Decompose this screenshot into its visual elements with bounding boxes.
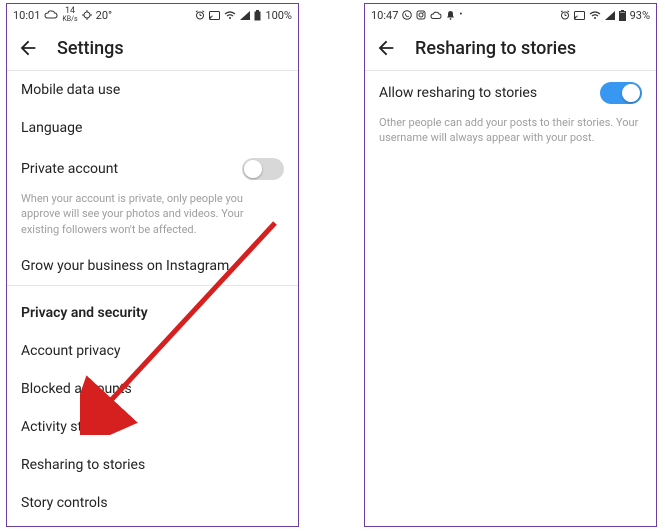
page-title: Resharing to stories — [415, 38, 576, 59]
row-allow-resharing[interactable]: Allow resharing to stories — [365, 71, 656, 115]
row-story-controls[interactable]: Story controls — [7, 484, 298, 522]
instagram-icon — [416, 10, 426, 20]
label-resharing: Resharing to stories — [21, 457, 145, 473]
desc-private-account: When your account is private, only peopl… — [7, 191, 298, 247]
cast-icon — [209, 11, 220, 20]
battery-icon — [254, 10, 261, 21]
status-time: 10:01 — [13, 9, 40, 22]
cloud-icon — [430, 11, 442, 20]
wifi-icon — [589, 11, 601, 20]
signal-icon — [240, 11, 250, 20]
back-icon[interactable] — [375, 37, 397, 59]
bell-icon — [446, 10, 455, 20]
status-dot: • — [459, 10, 462, 20]
label-language: Language — [21, 120, 82, 136]
label-blocked: Blocked accounts — [21, 381, 132, 397]
app-bar: Settings — [7, 26, 298, 70]
label-private-account: Private account — [21, 161, 118, 177]
screenshot-resharing: 10:47 • 93% Resharing to stories Allow r… — [364, 3, 657, 527]
label-grow-business: Grow your business on Instagram — [21, 258, 229, 274]
label-privacy-header: Privacy and security — [21, 305, 148, 321]
row-account-privacy[interactable]: Account privacy — [7, 332, 298, 370]
row-resharing-stories[interactable]: Resharing to stories — [7, 446, 298, 484]
back-icon[interactable] — [17, 37, 39, 59]
toggle-allow-resharing[interactable] — [600, 82, 642, 104]
label-account-privacy: Account privacy — [21, 343, 121, 359]
label-allow-resharing: Allow resharing to stories — [379, 85, 537, 101]
row-blocked-accounts[interactable]: Blocked accounts — [7, 370, 298, 408]
alarm-icon — [195, 10, 205, 20]
status-bar: 10:47 • 93% — [365, 4, 656, 26]
row-comment-controls[interactable]: Comment controls — [7, 522, 298, 527]
label-activity: Activity status — [21, 419, 109, 435]
section-privacy-header: Privacy and security — [7, 294, 298, 332]
status-time: 10:47 — [371, 9, 398, 22]
row-activity-status[interactable]: Activity status — [7, 408, 298, 446]
cloud-icon — [44, 10, 58, 20]
battery-icon — [619, 10, 626, 21]
desc-allow-resharing: Other people can add your posts to their… — [365, 115, 656, 156]
weather-icon — [82, 10, 92, 20]
row-mobile-data[interactable]: Mobile data use — [7, 71, 298, 109]
status-bar: 10:01 14KB/s 20° 100% — [7, 4, 298, 26]
cast-icon — [574, 11, 585, 20]
row-private-account[interactable]: Private account — [7, 147, 298, 191]
label-mobile-data: Mobile data use — [21, 82, 120, 98]
label-story-controls: Story controls — [21, 495, 108, 511]
status-battery: 93% — [630, 9, 650, 22]
whatsapp-icon — [402, 10, 412, 20]
row-language[interactable]: Language — [7, 109, 298, 147]
signal-icon — [605, 11, 615, 20]
page-title: Settings — [57, 38, 124, 59]
row-grow-business[interactable]: Grow your business on Instagram — [7, 247, 298, 285]
toggle-private-account[interactable] — [242, 158, 284, 180]
status-battery: 100% — [265, 9, 292, 22]
app-bar: Resharing to stories — [365, 26, 656, 70]
wifi-icon — [224, 11, 236, 20]
status-temp: 20° — [96, 9, 112, 22]
screenshot-settings: 10:01 14KB/s 20° 100% Settings Mobile da… — [6, 3, 299, 527]
alarm-icon — [560, 10, 570, 20]
status-speed: 14KB/s — [62, 7, 77, 23]
